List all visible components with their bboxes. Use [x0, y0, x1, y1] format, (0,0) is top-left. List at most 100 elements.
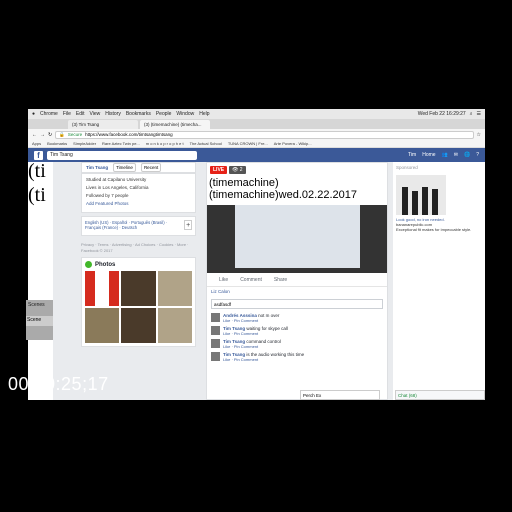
comment-meta[interactable]: Like · Pin Comment: [223, 331, 288, 336]
bookmark-actual-school[interactable]: The Actual School: [190, 141, 222, 146]
url-input[interactable]: 🔒 Secure https://www.facebook.com/timtsa…: [55, 130, 474, 139]
facebook-logo-icon[interactable]: f: [34, 150, 43, 160]
fb-user-link[interactable]: Tim: [408, 152, 416, 158]
menu-file[interactable]: File: [63, 111, 71, 117]
bookmark-monkoprophet[interactable]: m o n k o p r o p h e t: [146, 141, 184, 146]
timecode-overlay: 00:00:25;17: [8, 374, 109, 394]
share-button[interactable]: Share: [274, 277, 287, 284]
facebook-content: (ti (ti Tim Tsang Timeline Recent Studie…: [28, 160, 485, 400]
search-icon[interactable]: ⌕: [470, 111, 473, 117]
tab-profile[interactable]: (3) Tim Tsang: [68, 120, 138, 129]
fb-home-link[interactable]: Home: [422, 152, 435, 158]
forward-icon[interactable]: →: [40, 132, 45, 138]
messages-icon[interactable]: ✉: [454, 152, 458, 158]
photos-title[interactable]: Photos: [95, 262, 115, 268]
bookmarks-bar: Apps Bookmarks SimpleAdder Rare Aztec Tw…: [28, 140, 485, 148]
comment-item: Tim Tsang is the audio working this time…: [211, 352, 383, 362]
avatar[interactable]: [211, 326, 220, 335]
bookmark-aztec[interactable]: Rare Aztec Twin pe...: [102, 141, 140, 146]
browser-tabs: (3) Tim Tsang (3) (timemachine) (timecha…: [28, 119, 485, 129]
facebook-header: f Tim Tsang Tim Home 👥 ✉ 🌐 ?: [28, 148, 485, 162]
star-icon[interactable]: ☆: [477, 132, 481, 138]
photos-icon: [85, 261, 92, 268]
menu-chrome[interactable]: Chrome: [40, 111, 58, 117]
add-featured-photos-link[interactable]: Add Featured Photos: [86, 201, 191, 206]
photo-thumbnail[interactable]: [85, 271, 120, 306]
post-actions: Like Comment Share: [207, 275, 387, 287]
intro-card: Studied at Capilano University Lives in …: [81, 173, 196, 213]
photo-thumbnail[interactable]: [121, 308, 156, 343]
like-button[interactable]: Like: [219, 277, 228, 284]
chat-bar[interactable]: Chat (68): [395, 390, 485, 400]
photo-thumbnail[interactable]: [157, 271, 192, 306]
clock: Wed Feb 22 16:29:27: [417, 111, 466, 117]
notifications-icon[interactable]: 🌐: [464, 152, 470, 158]
recent-dropdown[interactable]: Recent: [140, 163, 162, 172]
reload-icon[interactable]: ↻: [48, 132, 52, 138]
bookmark-arte-povera[interactable]: Arte Povera - Wikip...: [274, 141, 312, 146]
profile-name[interactable]: Tim Tsang: [86, 165, 108, 170]
comment-button[interactable]: Comment: [240, 277, 262, 284]
live-video-player[interactable]: LIVE 👁 2 (timemachine) (timemachine)wed.…: [207, 163, 387, 273]
page-footer[interactable]: Privacy · Terms · Advertising · Ad Choic…: [81, 239, 196, 257]
bookmark-apps[interactable]: Apps: [32, 141, 41, 146]
comment-item: Andrés Asssina not m over Like · Pin Comm…: [211, 313, 383, 323]
menu-window[interactable]: Window: [176, 111, 194, 117]
address-bar: ← → ↻ 🔒 Secure https://www.facebook.com/…: [28, 129, 485, 140]
video-title-line2: (timemachine)wed.02.22.2017: [209, 189, 357, 201]
menu-history[interactable]: History: [105, 111, 121, 117]
facebook-search-input[interactable]: Tim Tsang: [47, 150, 197, 160]
likes-summary[interactable]: Liz Calon: [211, 289, 230, 294]
menu-view[interactable]: View: [90, 111, 101, 117]
back-icon[interactable]: ←: [32, 132, 37, 138]
apple-icon[interactable]: ●: [32, 111, 35, 117]
profile-left-column: Tim Tsang Timeline Recent Studied at Cap…: [81, 162, 196, 400]
right-sidebar: Sponsored Look good, no iron needed. ban…: [393, 162, 485, 400]
language-card: English (US) · Español · Português (Bras…: [81, 216, 196, 236]
photo-thumbnail[interactable]: [157, 308, 192, 343]
bookmark-simpleadder[interactable]: SimpleAdder: [73, 141, 96, 146]
live-badge: LIVE: [210, 166, 228, 174]
tab-live[interactable]: (3) (timemachine) (timecha...: [140, 120, 210, 129]
sponsored-label: Sponsored: [396, 165, 418, 170]
secure-label: Secure: [67, 132, 83, 137]
screen-recording: ● Chrome File Edit View History Bookmark…: [28, 109, 485, 400]
avatar[interactable]: [211, 313, 220, 322]
ad-image[interactable]: [396, 175, 446, 215]
avatar[interactable]: [211, 352, 220, 361]
url-text: https://www.facebook.com/timtsangtimtsan…: [85, 132, 173, 137]
comment-item: Tim Tsang command control Like · Pin Comm…: [211, 339, 383, 349]
photos-card: Photos: [81, 257, 196, 347]
video-title-overlay: LIVE 👁 2 (timemachine) (timemachine)wed.…: [207, 163, 387, 205]
overlap-text-2: (ti: [28, 184, 46, 206]
help-icon[interactable]: ?: [476, 152, 479, 158]
menu-help[interactable]: Help: [199, 111, 209, 117]
language-links[interactable]: English (US) · Español · Português (Bras…: [85, 220, 180, 232]
scene-item[interactable]: Scene: [26, 316, 53, 326]
bookmark-bookmarks[interactable]: Bookmarks: [47, 141, 67, 146]
avatar[interactable]: [211, 339, 220, 348]
menu-bookmarks[interactable]: Bookmarks: [126, 111, 151, 117]
menu-icon[interactable]: ☰: [477, 111, 481, 117]
overlap-text-1: (ti: [28, 160, 46, 182]
photo-thumbnail[interactable]: [121, 271, 156, 306]
timeline-dropdown[interactable]: Timeline: [113, 163, 136, 172]
perch-chat-tab[interactable]: Perch Ex: [300, 390, 380, 400]
live-video-post: LIVE 👁 2 (timemachine) (timemachine)wed.…: [206, 162, 388, 400]
menu-edit[interactable]: Edit: [76, 111, 85, 117]
ad-text: Exceptional fit makes for impeccable sty…: [396, 227, 472, 232]
photo-thumbnail[interactable]: [85, 308, 120, 343]
comment-input[interactable]: asdfasdf: [211, 299, 383, 309]
friends-icon[interactable]: 👥: [442, 152, 448, 158]
comment-item: Tim Tsang waiting for skype call Like · P…: [211, 326, 383, 336]
add-language-button[interactable]: +: [184, 220, 192, 230]
comment-meta[interactable]: Like · Pin Comment: [223, 357, 304, 362]
intro-followers[interactable]: Followed by 7 people: [86, 193, 191, 198]
bookmark-tuna-crown[interactable]: TUNA CROWN | Fre...: [228, 141, 268, 146]
comment-meta[interactable]: Like · Pin Comment: [223, 318, 279, 323]
video-screen-content: [235, 203, 360, 268]
menu-people[interactable]: People: [156, 111, 172, 117]
intro-location: Lives in Los Angeles, California: [86, 185, 149, 190]
viewer-count-icon: 👁 2: [229, 166, 246, 174]
comment-meta[interactable]: Like · Pin Comment: [223, 344, 281, 349]
